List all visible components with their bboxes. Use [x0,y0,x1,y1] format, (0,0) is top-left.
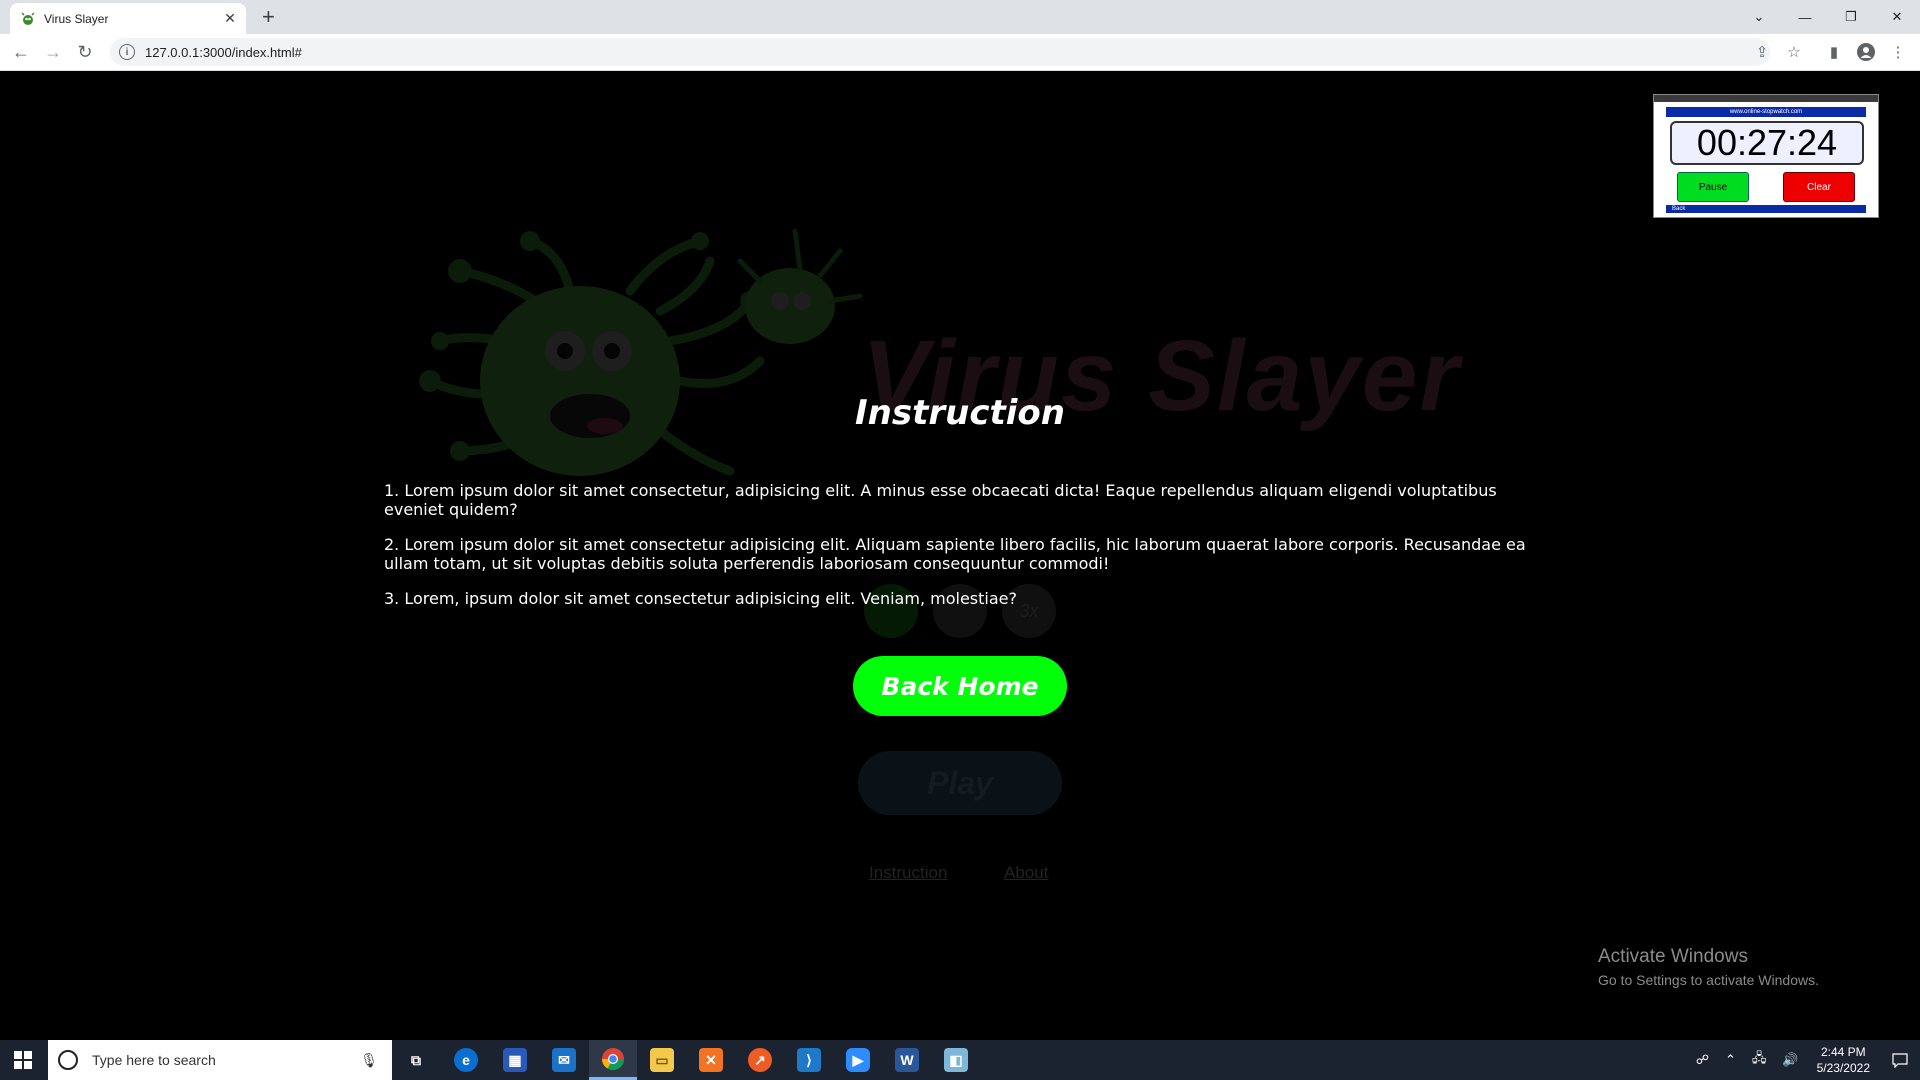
network-icon[interactable]: 🖧 [1752,1049,1767,1071]
tab-search-chevron-icon[interactable]: ⌄ [1736,0,1782,34]
background-play-button: Play [858,751,1062,815]
microphone-icon[interactable]: 🎙 [360,1052,378,1069]
stopwatch-app-icon[interactable]: ◧ [932,1040,980,1080]
background-about-link: About [1004,863,1049,882]
start-button[interactable] [0,1040,46,1080]
edge-icon[interactable]: e [442,1040,490,1080]
notification-icon[interactable] [1880,1040,1920,1080]
word-icon[interactable]: W [883,1040,931,1080]
minimize-icon[interactable]: — [1782,0,1828,34]
store-icon[interactable]: ▦ [491,1040,539,1080]
taskbar-clock[interactable]: 2:44 PM 5/23/2022 [1817,1044,1870,1076]
browser-toolbar: ← → ↻ i 127.0.0.1:3000/index.html# ⇪ ☆ ▮… [0,34,1920,71]
clock-date: 5/23/2022 [1816,1061,1870,1075]
site-info-icon[interactable]: i [119,44,135,60]
side-panel-icon[interactable]: ▮ [1824,42,1844,62]
tab-close-icon[interactable]: ✕ [220,10,240,27]
windows-taskbar: Type here to search 🎙 ⧉ e ▦ ✉ ▭ ✕ ↗ ⟩ ▶ … [0,1040,1920,1080]
tray-chevron-icon[interactable]: ⌃ [1725,1052,1736,1068]
instruction-list: 1. Lorem ipsum dolor sit amet consectetu… [384,481,1534,624]
activate-windows-watermark: Activate Windows Go to Settings to activ… [1598,946,1819,988]
instruction-item: 3. Lorem, ipsum dolor sit amet consectet… [384,589,1017,608]
instruction-item: 1. Lorem ipsum dolor sit amet consectetu… [384,481,1497,519]
restore-icon[interactable]: ❐ [1828,0,1874,34]
postman-icon[interactable]: ↗ [736,1040,784,1080]
address-bar[interactable]: i 127.0.0.1:3000/index.html# [110,38,1770,66]
virus-favicon-icon [21,11,35,25]
people-icon[interactable]: ☍ [1696,1052,1709,1068]
watermark-subtitle: Go to Settings to activate Windows. [1598,972,1819,988]
background-instruction-link: Instruction [869,863,948,882]
instruction-title: Instruction [855,393,1065,433]
forward-arrow-icon[interactable]: → [41,40,65,64]
instruction-item: 2. Lorem ipsum dolor sit amet consectetu… [384,535,1526,573]
stopwatch-back-link[interactable]: Back [1666,205,1866,213]
browser-menu-icon[interactable]: ⋮ [1888,42,1908,62]
clock-time: 2:44 PM [1820,1045,1866,1059]
window-close-icon[interactable]: ✕ [1874,0,1920,34]
vscode-icon[interactable]: ⟩ [785,1040,833,1080]
new-tab-icon[interactable]: + [262,4,275,30]
system-tray: ☍ ⌃ 🖧 🔊 2:44 PM 5/23/2022 [1688,1040,1920,1080]
back-home-button[interactable]: Back Home [853,656,1067,716]
windows-logo-icon [14,1051,32,1069]
stopwatch-title-strip [1654,95,1878,102]
zoom-icon[interactable]: ▶ [834,1040,882,1080]
task-view-icon[interactable]: ⧉ [392,1040,440,1080]
volume-icon[interactable]: 🔊 [1782,1052,1798,1068]
mail-icon[interactable]: ✉ [540,1040,588,1080]
bookmark-star-icon[interactable]: ☆ [1784,42,1804,62]
file-explorer-icon[interactable]: ▭ [638,1040,686,1080]
search-placeholder: Type here to search [92,1052,216,1068]
browser-tab-strip: Virus Slayer ✕ + ⌄ — ❐ ✕ [0,0,1920,34]
chrome-icon[interactable] [589,1040,637,1080]
browser-tab[interactable]: Virus Slayer ✕ [10,3,246,34]
reload-icon[interactable]: ↻ [73,40,97,64]
back-arrow-icon[interactable]: ← [9,40,33,64]
taskbar-search[interactable]: Type here to search 🎙 [48,1040,392,1080]
xampp-icon[interactable]: ✕ [687,1040,735,1080]
stopwatch-pause-button[interactable]: Pause [1677,172,1749,202]
address-url: 127.0.0.1:3000/index.html# [145,44,302,60]
stopwatch-time: 00:27:24 [1670,121,1864,165]
search-circle-icon [58,1050,78,1070]
stopwatch-widget: www.online-stopwatch.com 00:27:24 Pause … [1653,94,1879,218]
watermark-title: Activate Windows [1598,946,1748,967]
game-page: Virus Slayer 3x Play Instruction About I… [0,71,1920,1040]
tab-title: Virus Slayer [44,11,109,26]
stopwatch-clear-button[interactable]: Clear [1783,172,1855,202]
profile-avatar-icon[interactable] [1856,42,1876,62]
share-icon[interactable]: ⇪ [1752,42,1772,62]
stopwatch-url: www.online-stopwatch.com [1666,107,1866,117]
